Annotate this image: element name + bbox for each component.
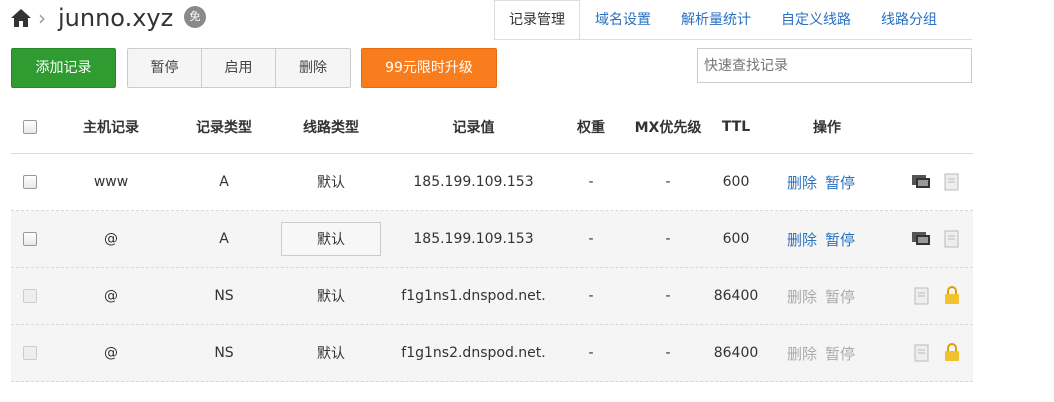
row-checkbox[interactable] — [23, 175, 37, 189]
host-cell[interactable]: @ — [71, 211, 151, 267]
table-header: 主机记录 记录类型 线路类型 记录值 权重 MX优先级 TTL 操作 — [11, 100, 973, 154]
remark-icon[interactable] — [911, 172, 933, 192]
tab-domain-settings[interactable]: 域名设置 — [580, 0, 666, 40]
type-cell: NS — [214, 288, 234, 304]
table-row: www A 默认 185.199.109.153 - - 600 删除 暂停 — [11, 154, 973, 211]
tab-record-management[interactable]: 记录管理 — [494, 0, 580, 40]
lock-icon — [945, 286, 959, 304]
tabs-divider — [494, 39, 972, 40]
add-record-button[interactable]: 添加记录 — [11, 48, 116, 88]
tab-bar: 记录管理 域名设置 解析量统计 自定义线路 线路分组 — [494, 0, 952, 40]
line-cell[interactable]: 默认 — [281, 154, 381, 210]
delete-link: 删除 — [787, 287, 818, 306]
column-header: 操作 — [813, 119, 841, 136]
delete-link: 删除 — [787, 344, 818, 363]
table-row: @ NS 默认 f1g1ns1.dnspod.net. - - 86400 删除… — [11, 268, 973, 325]
domain-title: junno.xyz — [58, 4, 174, 32]
note-icon[interactable] — [911, 286, 933, 306]
delete-button[interactable]: 删除 — [276, 49, 350, 87]
row-checkbox — [23, 289, 37, 303]
select-all-checkbox[interactable] — [23, 119, 37, 134]
pause-link[interactable]: 暂停 — [825, 229, 855, 250]
mx-cell: - — [665, 174, 671, 190]
host-cell[interactable]: www — [71, 154, 151, 210]
table-row: @ NS 默认 f1g1ns2.dnspod.net. - - 86400 删除… — [11, 325, 973, 382]
value-cell: f1g1ns2.dnspod.net. — [401, 345, 546, 361]
table-row: @ A 默认 185.199.109.153 - - 600 删除 暂停 — [11, 211, 973, 268]
upgrade-button[interactable]: 99元限时升级 — [361, 48, 497, 88]
pause-link[interactable]: 暂停 — [825, 172, 855, 193]
host-cell: @ — [104, 345, 118, 361]
remark-icon[interactable] — [911, 229, 933, 249]
tab-query-stats[interactable]: 解析量统计 — [666, 0, 766, 40]
top-bar: › junno.xyz 免 记录管理 域名设置 解析量统计 自定义线路 线路分组 — [0, 0, 1054, 40]
note-icon[interactable] — [941, 172, 963, 192]
column-header: 主机记录 — [83, 119, 139, 136]
pause-button[interactable]: 暂停 — [128, 49, 202, 87]
lock-icon — [945, 343, 959, 361]
record-action-group: 暂停 启用 删除 — [127, 48, 351, 88]
line-select[interactable]: 默认 — [281, 222, 381, 256]
chevron-right-icon: › — [38, 6, 46, 30]
column-header: 记录值 — [452, 119, 495, 136]
delete-link[interactable]: 删除 — [787, 172, 817, 193]
mx-cell: - — [665, 345, 671, 361]
host-cell: @ — [104, 288, 118, 304]
pause-link: 暂停 — [825, 344, 856, 363]
row-checkbox — [23, 346, 37, 360]
row-checkbox[interactable] — [23, 232, 37, 246]
ttl-cell[interactable]: 600 — [711, 211, 761, 267]
search-input[interactable] — [697, 48, 972, 83]
delete-link[interactable]: 删除 — [787, 229, 817, 250]
ttl-cell: 86400 — [713, 345, 759, 361]
ttl-cell: 86400 — [713, 288, 759, 304]
mx-cell: - — [665, 288, 671, 304]
weight-cell: - — [588, 288, 594, 304]
type-cell[interactable]: A — [184, 211, 264, 267]
column-header: MX优先级 — [634, 119, 702, 136]
home-icon[interactable] — [10, 8, 32, 28]
mx-cell: - — [665, 231, 671, 247]
weight-cell: - — [588, 174, 594, 190]
type-cell[interactable]: A — [184, 154, 264, 210]
pause-link: 暂停 — [825, 287, 856, 306]
enable-button[interactable]: 启用 — [202, 49, 276, 87]
column-header: 线路类型 — [303, 119, 359, 136]
note-icon[interactable] — [941, 229, 963, 249]
column-header: 权重 — [577, 119, 605, 136]
tab-custom-lines[interactable]: 自定义线路 — [766, 0, 866, 40]
line-cell: 默认 — [317, 346, 345, 362]
column-header: TTL — [721, 118, 751, 135]
weight-cell: - — [588, 345, 594, 361]
line-cell: 默认 — [317, 289, 345, 305]
note-icon[interactable] — [911, 343, 933, 363]
value-cell: f1g1ns1.dnspod.net. — [401, 288, 546, 304]
ttl-cell[interactable]: 600 — [711, 154, 761, 210]
value-cell[interactable]: 185.199.109.153 — [381, 211, 566, 267]
free-badge: 免 — [184, 6, 206, 28]
column-header: 记录类型 — [196, 119, 252, 136]
weight-cell: - — [588, 231, 594, 247]
type-cell: NS — [214, 345, 234, 361]
value-cell[interactable]: 185.199.109.153 — [381, 154, 566, 210]
tab-line-groups[interactable]: 线路分组 — [866, 0, 952, 40]
